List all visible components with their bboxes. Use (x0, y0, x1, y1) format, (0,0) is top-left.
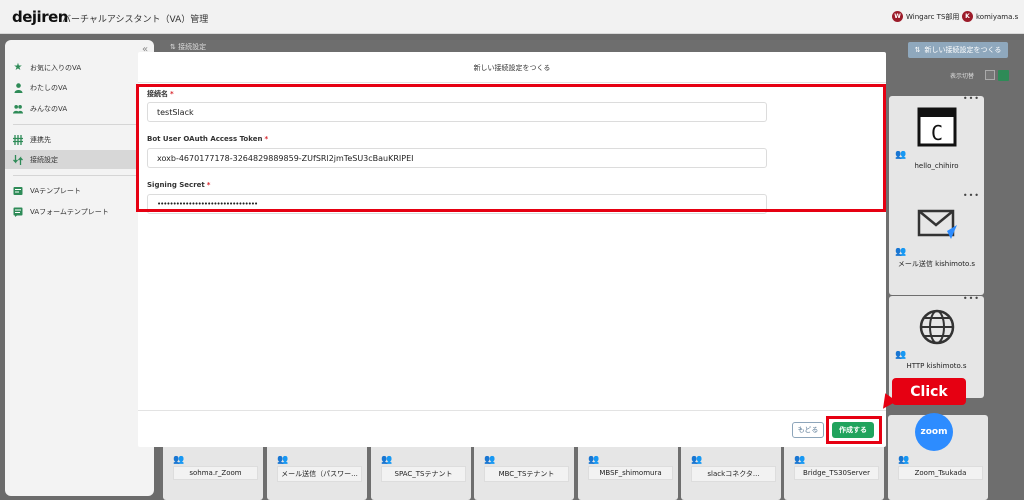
sidebar-item-label: みんなのVA (30, 104, 68, 113)
sidebar-item-va-form-template[interactable]: VAフォームテンプレート (5, 202, 154, 221)
tenant-switcher[interactable]: W Wingarc TS部用 (892, 11, 959, 22)
list-view-icon[interactable] (985, 70, 995, 80)
mail-icon (916, 203, 958, 245)
sidebar-item-label: VAテンプレート (30, 186, 81, 195)
sidebar-item-label: わたしのVA (30, 83, 68, 92)
page-title: 接続設定 (178, 43, 207, 51)
connection-name: Zoom_Tsukada (898, 466, 983, 480)
dejiren-logo[interactable]: dejiren (12, 8, 68, 26)
link-icon (13, 134, 23, 145)
sidebar-item-favorite-va[interactable]: ★ お気に入りのVA (5, 58, 154, 77)
shared-icon: 👥 (381, 455, 393, 465)
connection-name: MBSF_shimomura (588, 466, 673, 480)
connection-name: SPAC_TSテナント (381, 466, 466, 482)
click-callout: Click (892, 378, 966, 405)
dialog-header-divider (138, 82, 886, 83)
terminal-icon: C (916, 106, 958, 148)
connection-name: MBC_TSテナント (484, 466, 569, 482)
sidebar-item-va-template[interactable]: VAテンプレート (5, 181, 154, 200)
sidebar-item-connection-settings[interactable]: 接続設定 (5, 150, 154, 169)
connection-icon (13, 154, 23, 165)
shared-icon: 👥 (895, 350, 907, 360)
shared-icon: 👥 (794, 455, 806, 465)
shared-icon: 👥 (898, 455, 910, 465)
top-header: dejiren バーチャルアシスタント（VA）管理 W Wingarc TS部用… (0, 0, 1024, 34)
sidebar-divider (13, 124, 149, 125)
more-icon[interactable]: ••• (963, 294, 980, 303)
dialog-title: 新しい接続設定をつくる (473, 64, 551, 72)
grid-view-icon[interactable] (998, 70, 1009, 81)
shared-icon: 👥 (691, 455, 703, 465)
connection-name: Bridge_TS30Server (794, 466, 879, 480)
connection-card[interactable]: ••• 👥 メール送信 kishimoto.s (889, 191, 984, 295)
person-icon (13, 82, 23, 93)
sidebar-item-label: お気に入りのVA (30, 63, 82, 72)
sidebar: « ★ お気に入りのVA わたしのVA みんなのVA 連携先 接続設定 VAテン… (5, 40, 154, 496)
connection-name: slackコネクタ... (691, 466, 776, 482)
shared-icon: 👥 (895, 247, 907, 257)
shared-icon: 👥 (484, 455, 496, 465)
new-connection-label: 新しい接続設定をつくる (924, 46, 1002, 54)
connection-icon: ⇅ (170, 43, 179, 51)
connection-name: メール送信（パスワー... (277, 466, 362, 482)
tenant-name: Wingarc TS部用 (906, 12, 960, 21)
shared-icon: 👥 (588, 455, 600, 465)
tenant-badge: W (892, 11, 903, 22)
dialog-footer-divider (138, 410, 886, 411)
fields-highlight-box (136, 84, 886, 212)
sidebar-item-label: VAフォームテンプレート (30, 207, 109, 216)
create-button-highlight-box (826, 416, 882, 444)
people-icon (13, 104, 23, 114)
user-avatar: K (962, 11, 973, 22)
connection-card[interactable]: zoom 👥 Zoom_Tsukada (888, 413, 988, 500)
user-menu[interactable]: K komiyama.s (962, 11, 1018, 22)
new-connection-icon: ⇅ (914, 46, 921, 54)
breadcrumb: ⇅ 接続設定 (170, 42, 206, 52)
connection-card[interactable]: ••• C 👥 hello_chihiro (889, 94, 984, 198)
form-template-icon (13, 207, 23, 217)
connection-name: hello_chihiro (914, 162, 959, 170)
shared-icon: 👥 (173, 455, 185, 465)
new-connection-button[interactable]: ⇅ 新しい接続設定をつくる (908, 42, 1008, 58)
template-icon (13, 186, 23, 196)
sidebar-item-label: 接続設定 (30, 155, 58, 164)
back-button[interactable]: もどる (792, 422, 824, 438)
more-icon[interactable]: ••• (963, 191, 980, 200)
view-toggle-label: 表示切替 (950, 73, 975, 80)
app-title: バーチャルアシスタント（VA）管理 (62, 15, 209, 25)
sidebar-item-everyone-va[interactable]: みんなのVA (5, 99, 154, 118)
shared-icon: 👥 (895, 150, 907, 160)
zoom-icon: zoom (915, 413, 953, 451)
sidebar-item-integrations[interactable]: 連携先 (5, 130, 154, 149)
more-icon[interactable]: ••• (963, 94, 980, 103)
globe-icon (916, 306, 958, 348)
shared-icon: 👥 (277, 455, 289, 465)
sidebar-divider (13, 175, 149, 176)
connection-name: sohma.r_Zoom (173, 466, 258, 480)
connection-name: メール送信 kishimoto.s (897, 260, 976, 268)
connection-name: HTTP kishimoto.s (906, 362, 967, 370)
sidebar-item-label: 連携先 (30, 135, 51, 144)
zoom-logo-text: zoom (920, 427, 948, 437)
svg-text:C: C (931, 121, 943, 145)
sidebar-item-my-va[interactable]: わたしのVA (5, 78, 154, 97)
star-icon: ★ (13, 62, 23, 73)
user-name: komiyama.s (976, 12, 1019, 21)
